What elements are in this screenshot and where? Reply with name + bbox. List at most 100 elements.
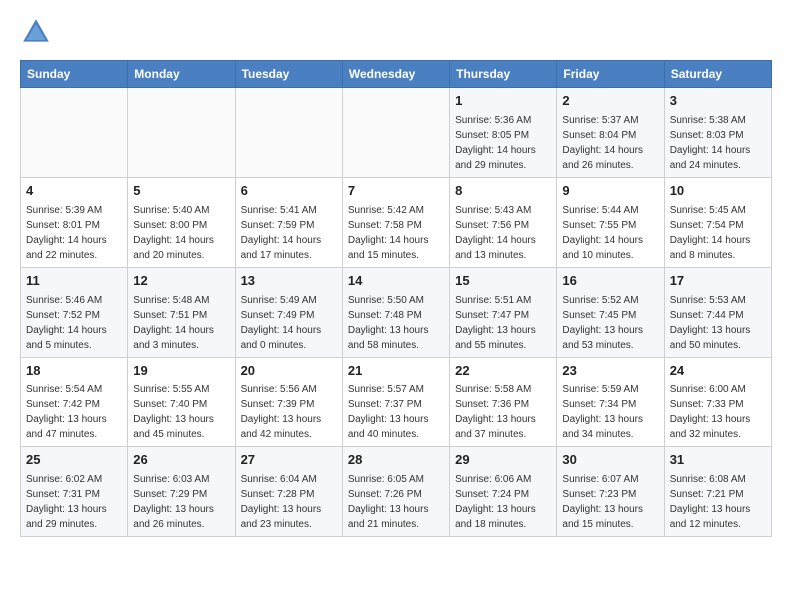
calendar-cell: 20Sunrise: 5:56 AM Sunset: 7:39 PM Dayli… bbox=[235, 357, 342, 447]
calendar-cell: 8 Sunrise: 5:43 AM Sunset: 7:56 PM Daylig… bbox=[450, 177, 557, 267]
day-info: Sunrise: 5:52 AM Sunset: 7:45 PM Dayligh… bbox=[562, 293, 658, 353]
calendar-cell: 16 Sunrise: 5:52 AM Sunset: 7:45 PM Dayli… bbox=[557, 267, 664, 357]
calendar-cell: 27 Sunrise: 6:04 AM Sunset: 7:28 PM Dayli… bbox=[235, 447, 342, 537]
calendar-cell: 22Sunrise: 5:58 AM Sunset: 7:36 PM Dayli… bbox=[450, 357, 557, 447]
day-number: 10 bbox=[670, 182, 766, 201]
logo bbox=[20, 16, 56, 48]
calendar-week-row: 4 Sunrise: 5:39 AM Sunset: 8:01 PM Daylig… bbox=[21, 177, 772, 267]
day-number: 18 bbox=[26, 362, 122, 381]
calendar-cell: 2 Sunrise: 5:37 AM Sunset: 8:04 PM Daylig… bbox=[557, 88, 664, 178]
day-number: 17 bbox=[670, 272, 766, 291]
day-number: 11 bbox=[26, 272, 122, 291]
page-header bbox=[20, 16, 772, 48]
day-info: Sunrise: 6:08 AM Sunset: 7:21 PM Dayligh… bbox=[670, 472, 766, 532]
day-info: Sunrise: 5:49 AM Sunset: 7:49 PM Dayligh… bbox=[241, 293, 337, 353]
day-number: 2 bbox=[562, 92, 658, 111]
calendar-week-row: 11 Sunrise: 5:46 AM Sunset: 7:52 PM Dayli… bbox=[21, 267, 772, 357]
calendar-cell: 4 Sunrise: 5:39 AM Sunset: 8:01 PM Daylig… bbox=[21, 177, 128, 267]
weekday-header: Monday bbox=[128, 61, 235, 88]
day-info: Sunrise: 6:03 AM Sunset: 7:29 PM Dayligh… bbox=[133, 472, 229, 532]
calendar-cell: 10 Sunrise: 5:45 AM Sunset: 7:54 PM Dayli… bbox=[664, 177, 771, 267]
day-number: 16 bbox=[562, 272, 658, 291]
day-number: 13 bbox=[241, 272, 337, 291]
day-number: 8 bbox=[455, 182, 551, 201]
day-number: 1 bbox=[455, 92, 551, 111]
day-info: Sunrise: 5:56 AM Sunset: 7:39 PM Dayligh… bbox=[241, 382, 337, 442]
day-info: Sunrise: 5:37 AM Sunset: 8:04 PM Dayligh… bbox=[562, 113, 658, 173]
calendar-cell bbox=[235, 88, 342, 178]
day-info: Sunrise: 5:42 AM Sunset: 7:58 PM Dayligh… bbox=[348, 203, 444, 263]
day-number: 4 bbox=[26, 182, 122, 201]
day-info: Sunrise: 5:51 AM Sunset: 7:47 PM Dayligh… bbox=[455, 293, 551, 353]
weekday-header-row: SundayMondayTuesdayWednesdayThursdayFrid… bbox=[21, 61, 772, 88]
day-number: 14 bbox=[348, 272, 444, 291]
day-info: Sunrise: 5:41 AM Sunset: 7:59 PM Dayligh… bbox=[241, 203, 337, 263]
calendar-cell: 18Sunrise: 5:54 AM Sunset: 7:42 PM Dayli… bbox=[21, 357, 128, 447]
day-info: Sunrise: 5:48 AM Sunset: 7:51 PM Dayligh… bbox=[133, 293, 229, 353]
day-info: Sunrise: 5:58 AM Sunset: 7:36 PM Dayligh… bbox=[455, 382, 551, 442]
calendar-cell: 21Sunrise: 5:57 AM Sunset: 7:37 PM Dayli… bbox=[342, 357, 449, 447]
day-number: 27 bbox=[241, 451, 337, 470]
day-info: Sunrise: 5:46 AM Sunset: 7:52 PM Dayligh… bbox=[26, 293, 122, 353]
weekday-header: Tuesday bbox=[235, 61, 342, 88]
day-number: 3 bbox=[670, 92, 766, 111]
calendar-cell: 31Sunrise: 6:08 AM Sunset: 7:21 PM Dayli… bbox=[664, 447, 771, 537]
calendar-cell: 28 Sunrise: 6:05 AM Sunset: 7:26 PM Dayli… bbox=[342, 447, 449, 537]
weekday-header: Wednesday bbox=[342, 61, 449, 88]
day-number: 25 bbox=[26, 451, 122, 470]
day-info: Sunrise: 5:44 AM Sunset: 7:55 PM Dayligh… bbox=[562, 203, 658, 263]
calendar-cell: 17Sunrise: 5:53 AM Sunset: 7:44 PM Dayli… bbox=[664, 267, 771, 357]
day-number: 7 bbox=[348, 182, 444, 201]
day-info: Sunrise: 6:04 AM Sunset: 7:28 PM Dayligh… bbox=[241, 472, 337, 532]
day-info: Sunrise: 5:45 AM Sunset: 7:54 PM Dayligh… bbox=[670, 203, 766, 263]
day-number: 24 bbox=[670, 362, 766, 381]
calendar-cell: 23Sunrise: 5:59 AM Sunset: 7:34 PM Dayli… bbox=[557, 357, 664, 447]
calendar-cell: 5 Sunrise: 5:40 AM Sunset: 8:00 PM Daylig… bbox=[128, 177, 235, 267]
calendar-cell: 12Sunrise: 5:48 AM Sunset: 7:51 PM Dayli… bbox=[128, 267, 235, 357]
day-info: Sunrise: 6:07 AM Sunset: 7:23 PM Dayligh… bbox=[562, 472, 658, 532]
day-info: Sunrise: 5:59 AM Sunset: 7:34 PM Dayligh… bbox=[562, 382, 658, 442]
day-number: 21 bbox=[348, 362, 444, 381]
day-number: 26 bbox=[133, 451, 229, 470]
weekday-header: Saturday bbox=[664, 61, 771, 88]
calendar-cell: 9Sunrise: 5:44 AM Sunset: 7:55 PM Daylig… bbox=[557, 177, 664, 267]
day-info: Sunrise: 5:40 AM Sunset: 8:00 PM Dayligh… bbox=[133, 203, 229, 263]
weekday-header: Thursday bbox=[450, 61, 557, 88]
calendar-cell: 6Sunrise: 5:41 AM Sunset: 7:59 PM Daylig… bbox=[235, 177, 342, 267]
calendar-cell bbox=[342, 88, 449, 178]
day-info: Sunrise: 5:43 AM Sunset: 7:56 PM Dayligh… bbox=[455, 203, 551, 263]
calendar-table: SundayMondayTuesdayWednesdayThursdayFrid… bbox=[20, 60, 772, 537]
calendar-cell: 25 Sunrise: 6:02 AM Sunset: 7:31 PM Dayli… bbox=[21, 447, 128, 537]
calendar-cell: 19Sunrise: 5:55 AM Sunset: 7:40 PM Dayli… bbox=[128, 357, 235, 447]
day-info: Sunrise: 5:57 AM Sunset: 7:37 PM Dayligh… bbox=[348, 382, 444, 442]
day-number: 19 bbox=[133, 362, 229, 381]
day-info: Sunrise: 5:50 AM Sunset: 7:48 PM Dayligh… bbox=[348, 293, 444, 353]
day-number: 20 bbox=[241, 362, 337, 381]
calendar-cell: 3 Sunrise: 5:38 AM Sunset: 8:03 PM Daylig… bbox=[664, 88, 771, 178]
day-info: Sunrise: 6:02 AM Sunset: 7:31 PM Dayligh… bbox=[26, 472, 122, 532]
day-info: Sunrise: 5:54 AM Sunset: 7:42 PM Dayligh… bbox=[26, 382, 122, 442]
day-info: Sunrise: 5:38 AM Sunset: 8:03 PM Dayligh… bbox=[670, 113, 766, 173]
day-info: Sunrise: 6:06 AM Sunset: 7:24 PM Dayligh… bbox=[455, 472, 551, 532]
day-number: 23 bbox=[562, 362, 658, 381]
day-number: 5 bbox=[133, 182, 229, 201]
calendar-cell: 11 Sunrise: 5:46 AM Sunset: 7:52 PM Dayli… bbox=[21, 267, 128, 357]
calendar-cell bbox=[128, 88, 235, 178]
calendar-cell: 1 Sunrise: 5:36 AM Sunset: 8:05 PM Daylig… bbox=[450, 88, 557, 178]
calendar-week-row: 1 Sunrise: 5:36 AM Sunset: 8:05 PM Daylig… bbox=[21, 88, 772, 178]
calendar-cell: 15 Sunrise: 5:51 AM Sunset: 7:47 PM Dayli… bbox=[450, 267, 557, 357]
day-number: 29 bbox=[455, 451, 551, 470]
calendar-cell: 26 Sunrise: 6:03 AM Sunset: 7:29 PM Dayli… bbox=[128, 447, 235, 537]
day-info: Sunrise: 6:05 AM Sunset: 7:26 PM Dayligh… bbox=[348, 472, 444, 532]
weekday-header: Friday bbox=[557, 61, 664, 88]
calendar-week-row: 25 Sunrise: 6:02 AM Sunset: 7:31 PM Dayli… bbox=[21, 447, 772, 537]
calendar-cell: 14 Sunrise: 5:50 AM Sunset: 7:48 PM Dayli… bbox=[342, 267, 449, 357]
day-number: 15 bbox=[455, 272, 551, 291]
day-info: Sunrise: 5:39 AM Sunset: 8:01 PM Dayligh… bbox=[26, 203, 122, 263]
day-info: Sunrise: 5:36 AM Sunset: 8:05 PM Dayligh… bbox=[455, 113, 551, 173]
day-number: 22 bbox=[455, 362, 551, 381]
weekday-header: Sunday bbox=[21, 61, 128, 88]
calendar-cell: 24Sunrise: 6:00 AM Sunset: 7:33 PM Dayli… bbox=[664, 357, 771, 447]
day-info: Sunrise: 6:00 AM Sunset: 7:33 PM Dayligh… bbox=[670, 382, 766, 442]
day-number: 28 bbox=[348, 451, 444, 470]
